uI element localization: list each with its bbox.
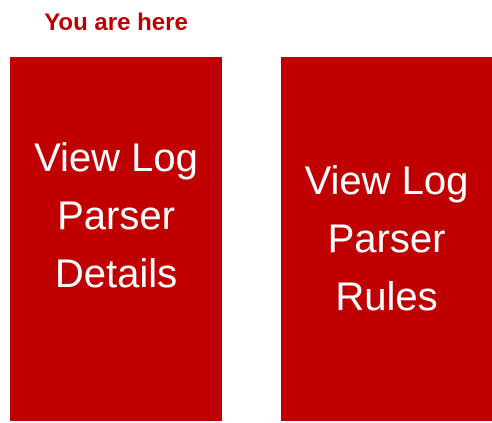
view-log-parser-rules-panel[interactable]: View Log Parser Rules [281,57,492,421]
panel-label-rules: View Log Parser Rules [304,159,469,319]
panel-label-details: View Log Parser Details [34,136,198,296]
view-log-parser-details-panel[interactable]: View Log Parser Details [10,57,222,421]
you-are-here-label: You are here [44,9,188,36]
